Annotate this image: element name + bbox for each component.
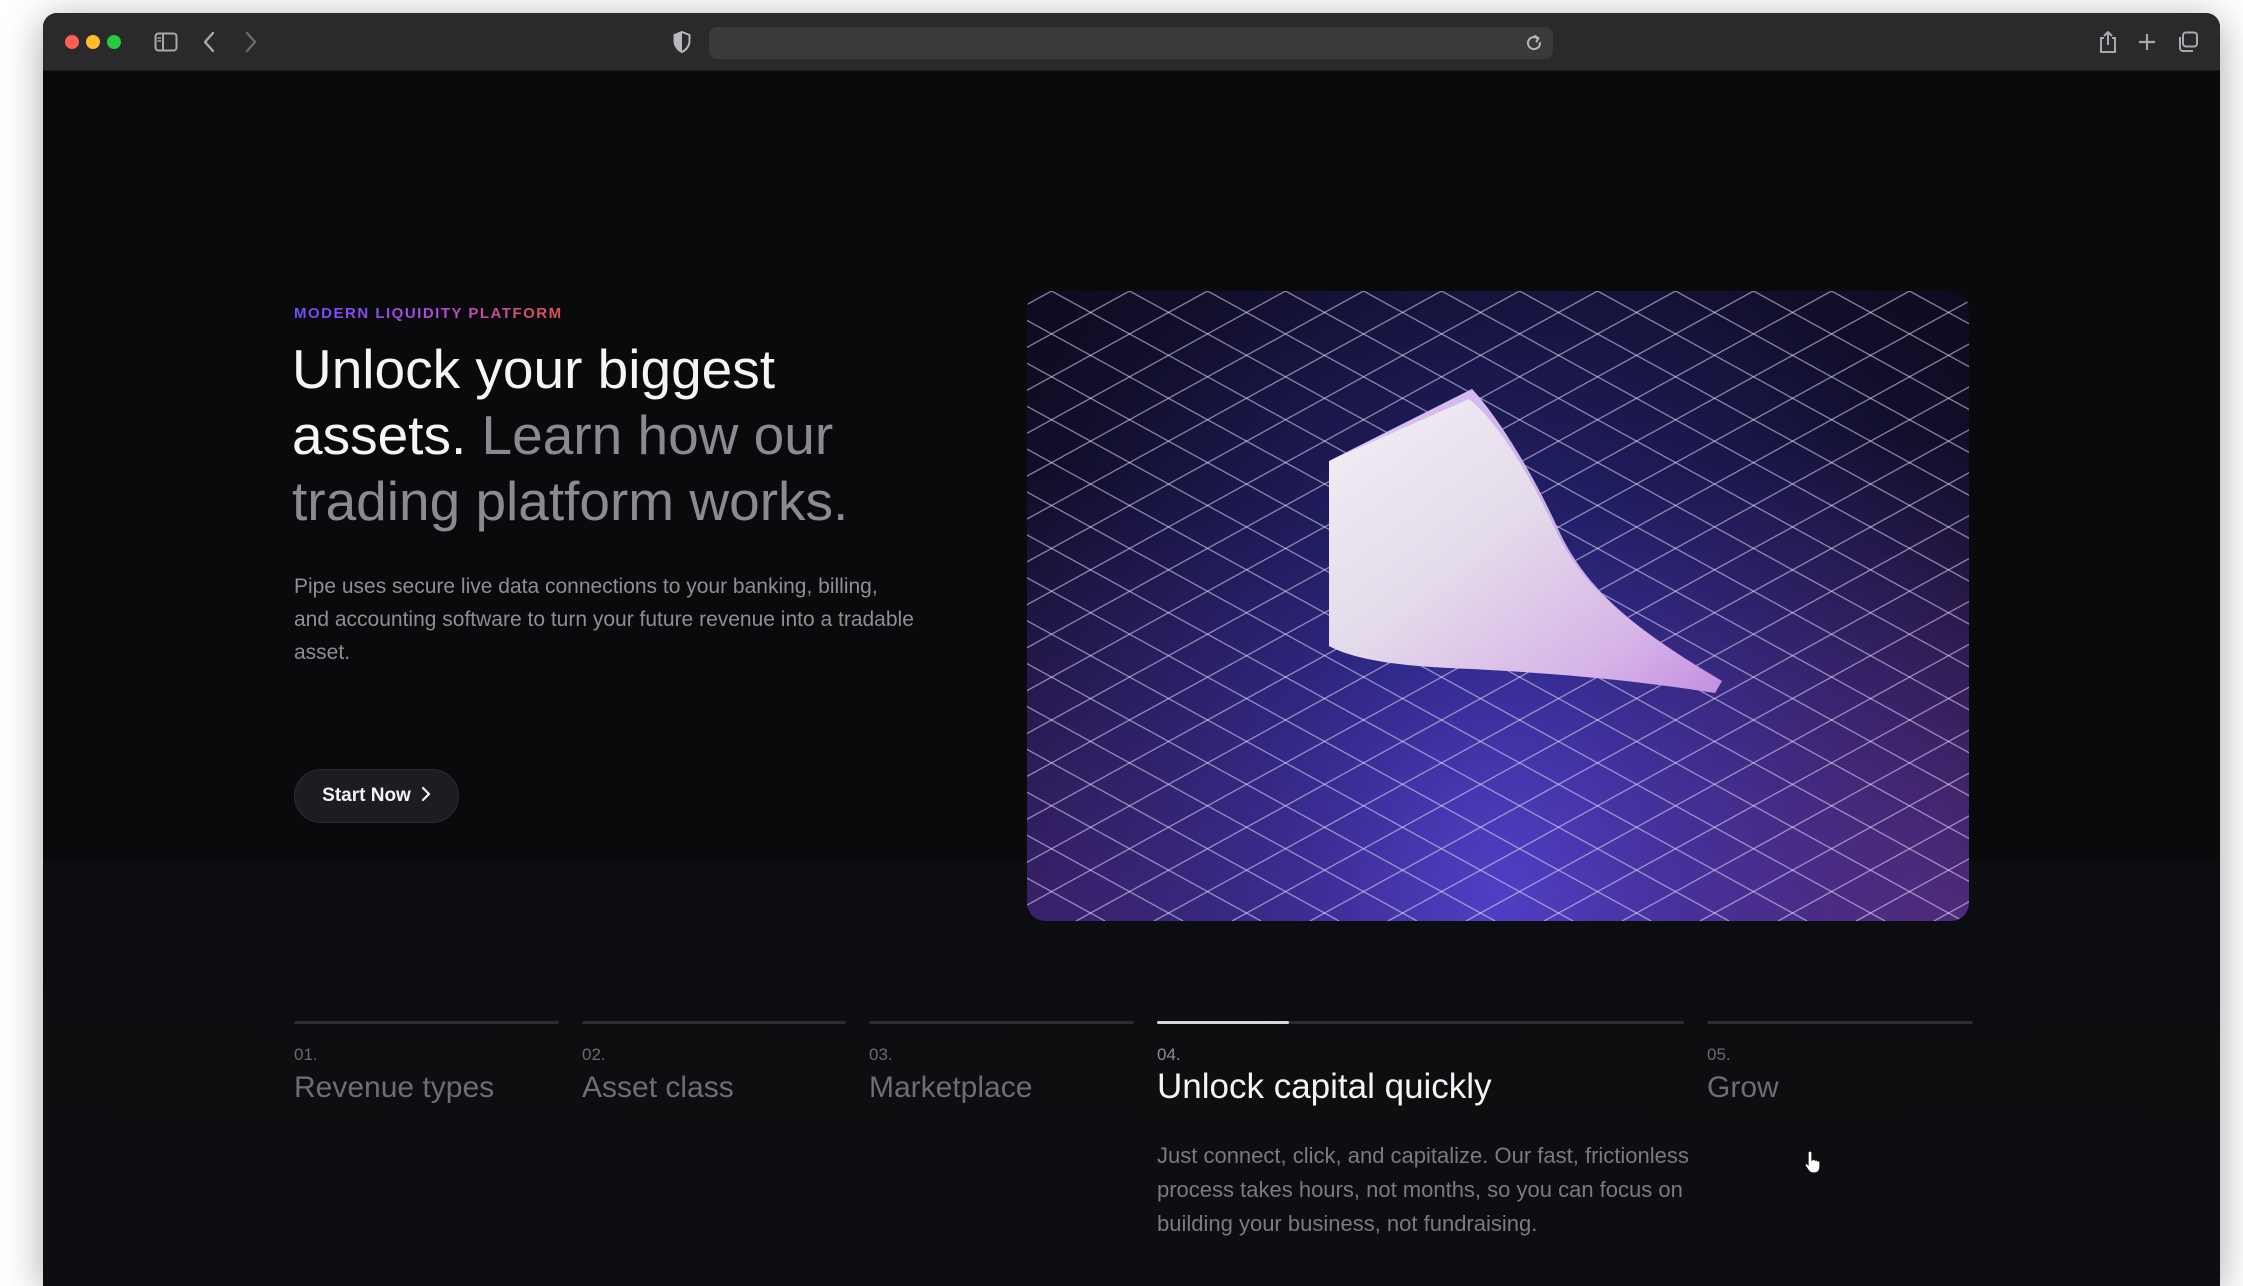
step-number: 04. [1157, 1045, 1181, 1064]
step-title: Revenue types [294, 1071, 495, 1104]
step-progress-track [869, 1021, 1134, 1024]
sidebar-toggle-icon[interactable] [153, 29, 179, 55]
step-progress-track [1157, 1021, 1684, 1024]
tabs-overview-icon[interactable] [2175, 29, 2201, 55]
hand-cursor-icon [1804, 1150, 1821, 1174]
reload-icon[interactable] [1523, 31, 1545, 55]
step-number: 01. [294, 1045, 318, 1064]
hero-headline: Unlock your biggest assets. Learn how ou… [292, 336, 932, 534]
step-progress-track [582, 1021, 846, 1024]
step-title: Marketplace [869, 1071, 1033, 1104]
steps-tabs: 01. Revenue types 02. Asset class 03. Ma… [294, 1021, 1974, 1286]
address-bar[interactable] [709, 27, 1553, 59]
step-number: 02. [582, 1045, 606, 1064]
hero-eyebrow: MODERN LIQUIDITY PLATFORM [294, 305, 563, 322]
isometric-grid-illustration [1027, 291, 1969, 921]
browser-window: MODERN LIQUIDITY PLATFORM Unlock your bi… [43, 13, 2220, 1286]
forward-chevron-icon[interactable] [240, 29, 262, 55]
shield-icon[interactable] [671, 29, 693, 55]
chevron-right-icon [421, 782, 431, 808]
start-now-button[interactable]: Start Now [294, 769, 459, 823]
step-title: Unlock capital quickly [1157, 1067, 1492, 1106]
plus-icon[interactable] [2135, 29, 2159, 55]
back-chevron-icon[interactable] [198, 29, 220, 55]
share-icon[interactable] [2096, 29, 2120, 55]
step-number: 03. [869, 1045, 893, 1064]
step-number: 05. [1707, 1045, 1731, 1064]
hero-description: Pipe uses secure live data connections t… [294, 575, 914, 664]
step-progress-track [294, 1021, 559, 1024]
page-viewport: MODERN LIQUIDITY PLATFORM Unlock your bi… [43, 71, 2220, 1286]
step-progress-track [1707, 1021, 1973, 1024]
step-title: Asset class [582, 1071, 734, 1104]
browser-toolbar [43, 13, 2220, 71]
hero-3d-render [1027, 291, 1969, 921]
zoom-window-button[interactable] [107, 35, 121, 49]
minimize-window-button[interactable] [86, 35, 100, 49]
step-title: Grow [1707, 1071, 1779, 1104]
start-now-label: Start Now [322, 785, 411, 806]
step-progress-fill [1157, 1021, 1289, 1024]
close-window-button[interactable] [65, 35, 79, 49]
step-description: Just connect, click, and capitalize. Our… [1157, 1143, 1689, 1236]
